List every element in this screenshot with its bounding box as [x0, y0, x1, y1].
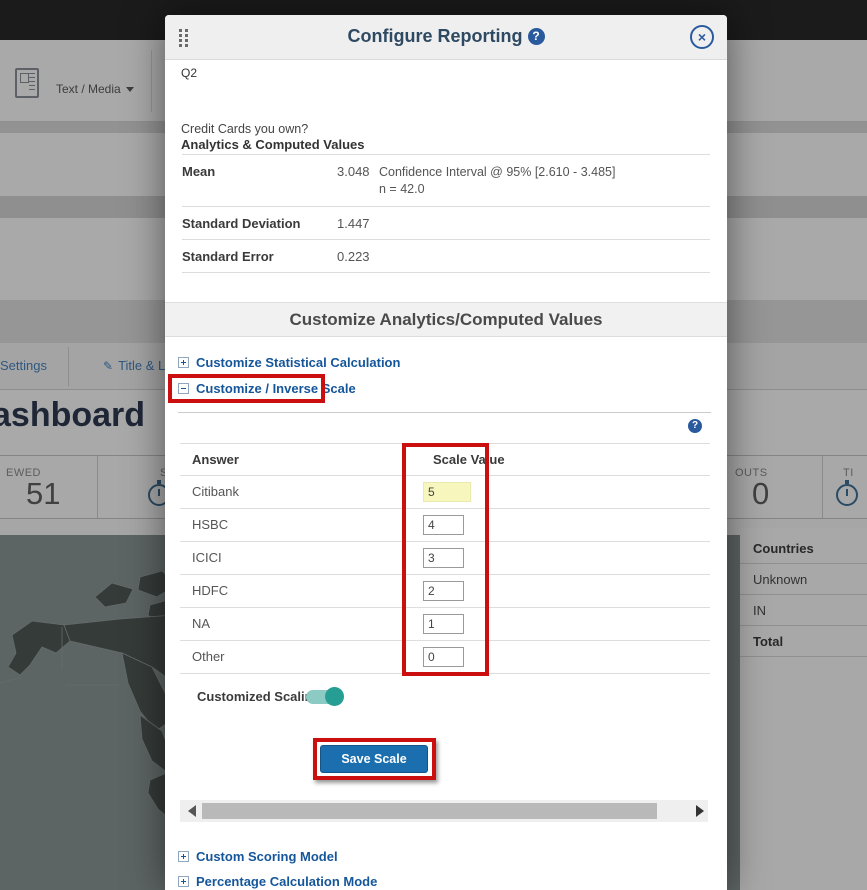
question-text: Credit Cards you own? — [181, 122, 308, 136]
table-row: Standard Deviation 1.447 — [182, 207, 710, 240]
stat-extra — [379, 249, 710, 264]
customized-scaling-toggle[interactable] — [306, 690, 342, 704]
analytics-header: Analytics & Computed Values — [181, 137, 365, 152]
table-row: ICICI — [180, 542, 710, 575]
stat-extra — [379, 216, 710, 231]
scroll-left-icon[interactable] — [188, 805, 196, 817]
scrollbar-thumb[interactable] — [202, 803, 657, 819]
section-customize-inverse-scale[interactable]: Customize / Inverse Scale — [178, 381, 356, 396]
analytics-table: Mean 3.048 Confidence Interval @ 95% [2.… — [182, 154, 710, 273]
horizontal-scrollbar[interactable] — [180, 800, 708, 822]
scroll-right-icon[interactable] — [696, 805, 704, 817]
answer-label: HDFC — [192, 583, 228, 598]
stat-label: Standard Error — [182, 249, 337, 264]
divider — [178, 412, 711, 413]
scale-value-input[interactable] — [423, 482, 471, 502]
scale-help-icon[interactable]: ? — [688, 419, 702, 433]
table-row: Citibank — [180, 476, 710, 509]
stat-extra: Confidence Interval @ 95% [2.610 - 3.485… — [379, 164, 710, 198]
table-row: Standard Error 0.223 — [182, 240, 710, 273]
section-percentage-calculation-mode[interactable]: Percentage Calculation Mode — [178, 874, 377, 889]
scale-value-header: Scale Value — [433, 452, 505, 467]
collapse-icon[interactable] — [178, 383, 189, 394]
answer-label: Citibank — [192, 484, 239, 499]
scale-value-input[interactable] — [423, 614, 464, 634]
expand-icon[interactable] — [178, 357, 189, 368]
modal-header[interactable]: Configure Reporting ? × — [165, 15, 727, 60]
answer-label: HSBC — [192, 517, 228, 532]
customize-band-header: Customize Analytics/Computed Values — [165, 302, 727, 337]
answer-header: Answer — [192, 452, 239, 467]
table-row: NA — [180, 608, 710, 641]
question-code: Q2 — [181, 66, 197, 80]
answer-label: NA — [192, 616, 210, 631]
scale-value-input[interactable] — [423, 515, 464, 535]
toggle-knob[interactable] — [325, 687, 344, 706]
stat-label: Standard Deviation — [182, 216, 337, 231]
table-row: HSBC — [180, 509, 710, 542]
stat-value: 3.048 — [337, 164, 379, 198]
answer-label: Other — [192, 649, 225, 664]
scale-value-input[interactable] — [423, 647, 464, 667]
section-customize-statistical[interactable]: Customize Statistical Calculation — [178, 355, 400, 370]
expand-icon[interactable] — [178, 851, 189, 862]
table-row: Other — [180, 641, 710, 674]
stat-value: 0.223 — [337, 249, 379, 264]
scale-value-table: Answer Scale Value Citibank HSBC ICICI H… — [180, 443, 710, 674]
table-row: Mean 3.048 Confidence Interval @ 95% [2.… — [182, 155, 710, 207]
help-icon[interactable]: ? — [528, 28, 545, 45]
scale-value-input[interactable] — [423, 548, 464, 568]
stat-value: 1.447 — [337, 216, 379, 231]
save-scale-values-button[interactable]: Save Scale Values — [320, 745, 428, 773]
configure-reporting-modal: Configure Reporting ? × Q2 Credit Cards … — [165, 15, 727, 890]
stat-label: Mean — [182, 164, 337, 198]
table-header-row: Answer Scale Value — [180, 444, 710, 476]
close-icon[interactable]: × — [690, 25, 714, 49]
customized-scaling-label: Customized Scaling — [197, 689, 321, 704]
modal-title: Configure Reporting ? — [165, 26, 727, 47]
answer-label: ICICI — [192, 550, 222, 565]
scale-value-input[interactable] — [423, 581, 464, 601]
table-row: HDFC — [180, 575, 710, 608]
screen: Text / Media nk ↓Download Data Data ? ✎S… — [0, 0, 867, 890]
section-custom-scoring-model[interactable]: Custom Scoring Model — [178, 849, 338, 864]
expand-icon[interactable] — [178, 876, 189, 887]
